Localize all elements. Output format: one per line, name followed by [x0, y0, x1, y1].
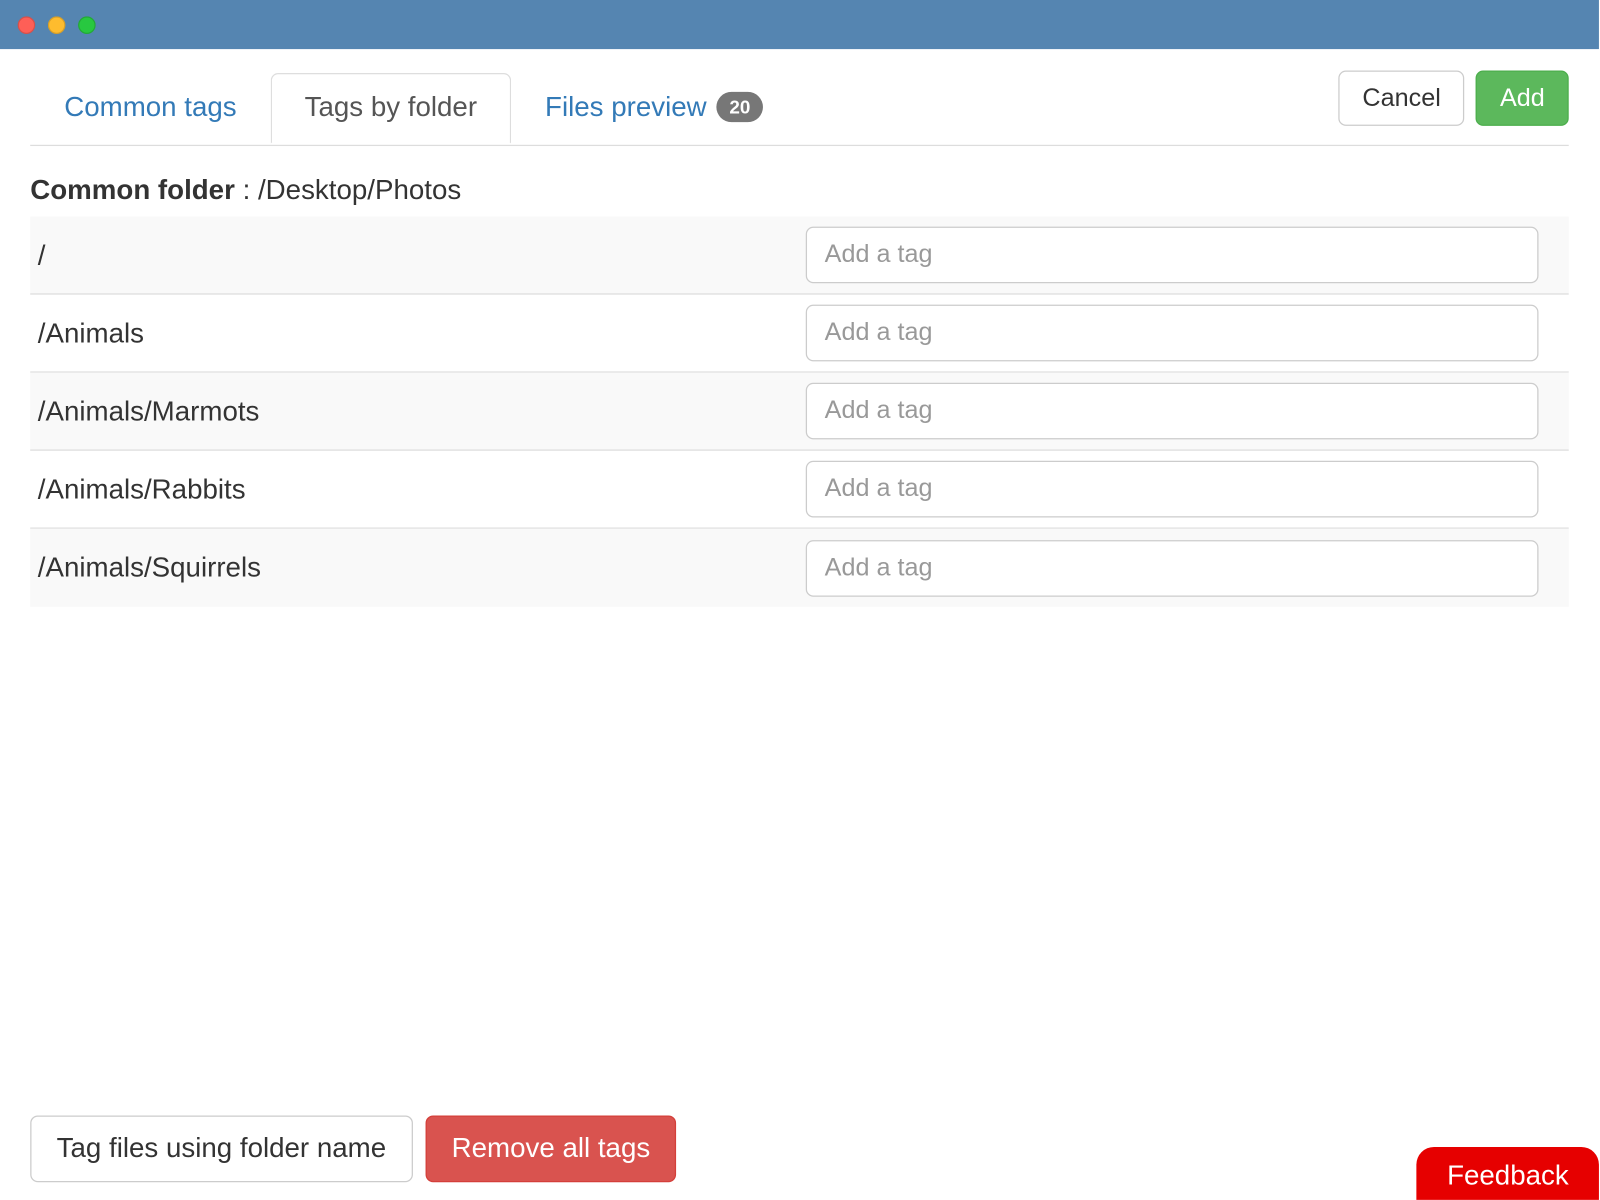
folder-path: /Animals/Squirrels — [30, 551, 806, 584]
remove-all-tags-button[interactable]: Remove all tags — [425, 1116, 676, 1182]
folder-path: /Animals/Marmots — [30, 395, 806, 428]
tab-tags-by-folder[interactable]: Tags by folder — [271, 73, 511, 144]
window-titlebar — [0, 0, 1599, 49]
add-button[interactable]: Add — [1476, 71, 1569, 126]
common-folder-line: Common folder : /Desktop/Photos — [30, 174, 1568, 207]
folder-row: /Animals — [30, 295, 1568, 373]
feedback-button[interactable]: Feedback — [1417, 1147, 1599, 1200]
folder-path: /Animals — [30, 317, 806, 350]
common-folder-separator: : — [235, 174, 258, 205]
tag-files-using-folder-name-button[interactable]: Tag files using folder name — [30, 1116, 412, 1182]
tag-input[interactable] — [806, 227, 1539, 284]
tag-input[interactable] — [806, 305, 1539, 362]
tab-files-preview[interactable]: Files preview 20 — [511, 73, 797, 144]
tab-common-tags[interactable]: Common tags — [30, 73, 270, 144]
common-folder-path: /Desktop/Photos — [258, 174, 461, 205]
folder-path: / — [30, 239, 806, 272]
tag-input[interactable] — [806, 383, 1539, 440]
cancel-button[interactable]: Cancel — [1338, 71, 1464, 126]
folder-row: /Animals/Marmots — [30, 373, 1568, 451]
folder-row: /Animals/Squirrels — [30, 529, 1568, 607]
bottom-action-bar: Tag files using folder name Remove all t… — [30, 1116, 676, 1182]
close-window-icon[interactable] — [18, 16, 36, 34]
tag-input[interactable] — [806, 461, 1539, 518]
tag-input[interactable] — [806, 539, 1539, 596]
minimize-window-icon[interactable] — [48, 16, 66, 34]
files-preview-count-badge: 20 — [717, 92, 763, 122]
folder-path: /Animals/Rabbits — [30, 473, 806, 506]
tab-label: Common tags — [64, 92, 236, 122]
folder-row: /Animals/Rabbits — [30, 451, 1568, 529]
folder-rows: / /Animals /Animals/Marmots /Animals/Rab… — [30, 217, 1568, 607]
common-folder-label: Common folder — [30, 174, 235, 205]
tab-label: Files preview — [545, 92, 707, 122]
tab-label: Tags by folder — [305, 92, 477, 122]
maximize-window-icon[interactable] — [78, 16, 96, 34]
tab-bar: Common tags Tags by folder Files preview… — [30, 71, 1568, 147]
folder-row: / — [30, 217, 1568, 295]
